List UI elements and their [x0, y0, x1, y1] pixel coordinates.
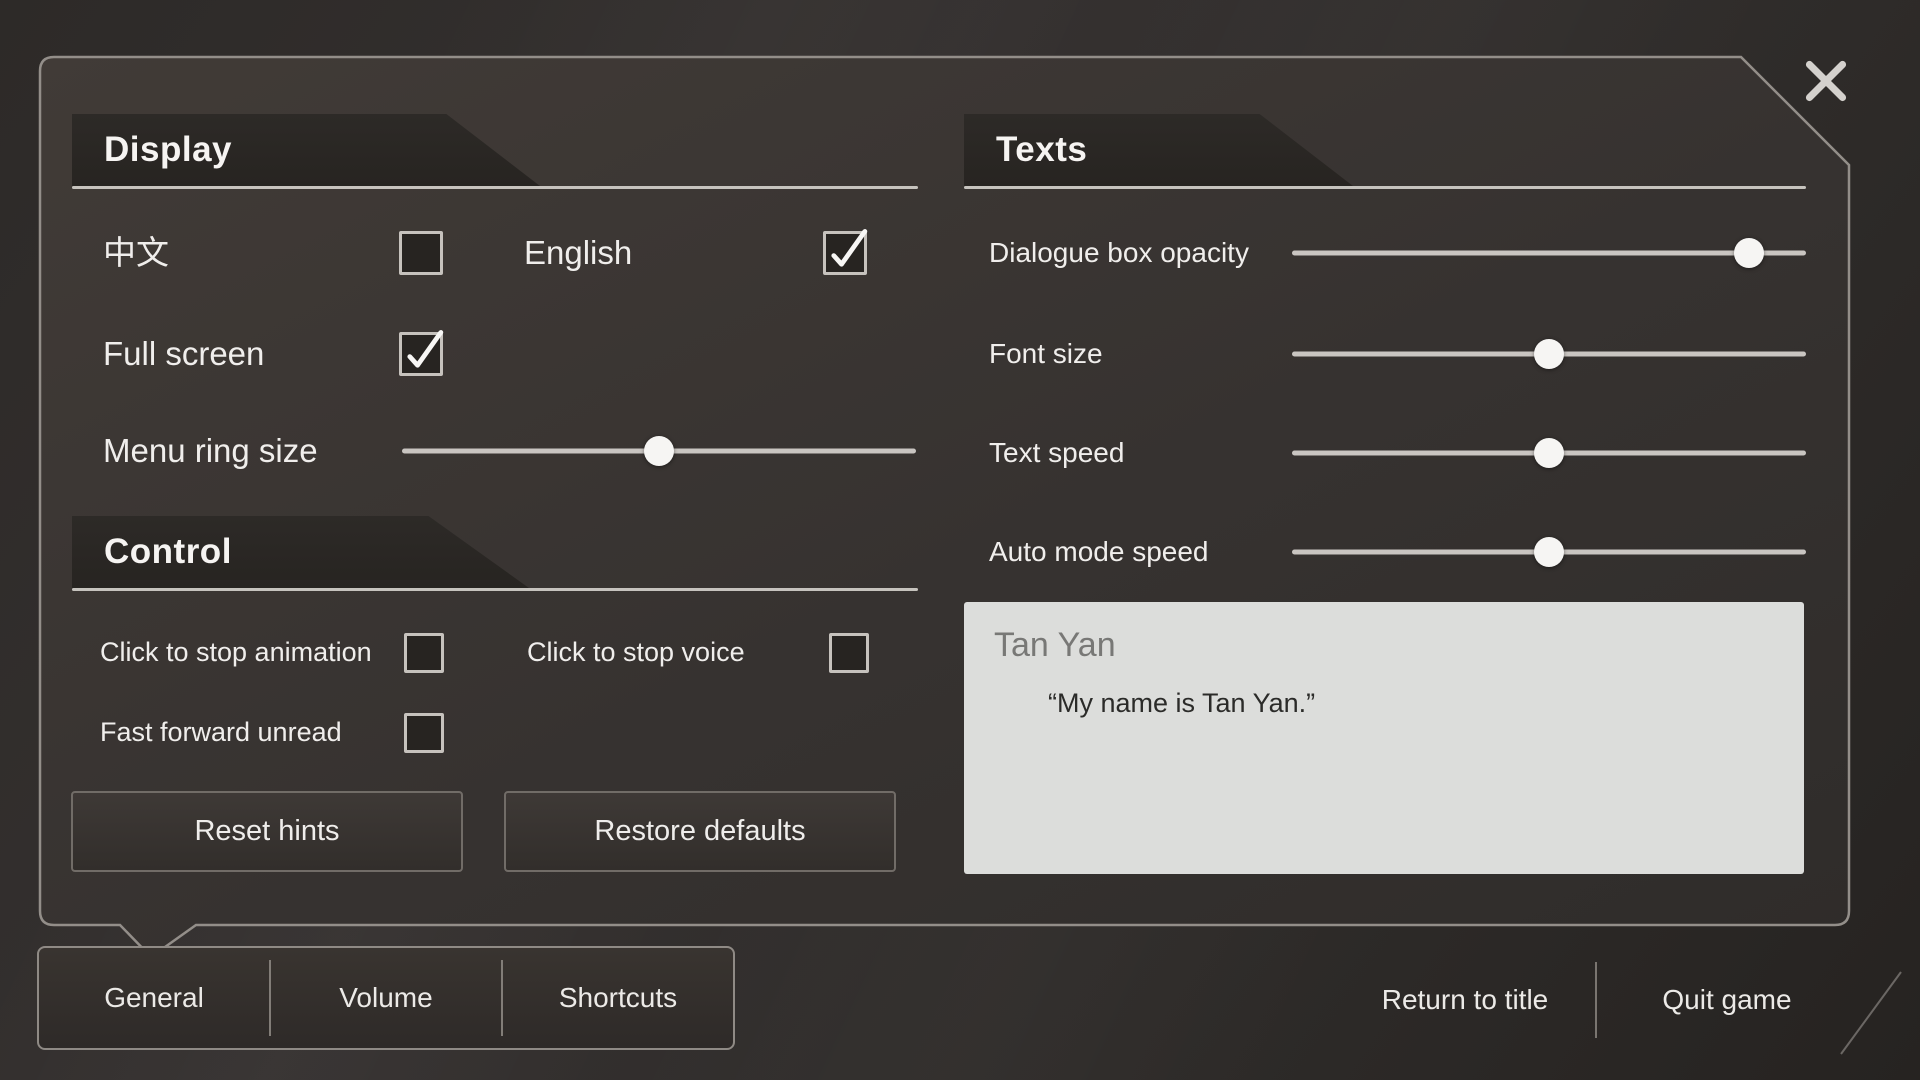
menu-ring-size-label: Menu ring size: [103, 434, 318, 467]
return-to-title-button[interactable]: Return to title: [1335, 960, 1595, 1040]
tab-shortcuts[interactable]: Shortcuts: [503, 948, 733, 1048]
tab-general[interactable]: General: [39, 948, 269, 1048]
quit-game-button[interactable]: Quit game: [1597, 960, 1857, 1040]
slider-track: [1292, 251, 1806, 256]
control-section-title: Control: [104, 532, 232, 572]
settings-screen: Display 中文 English Full screen Menu ring…: [0, 0, 1920, 1080]
auto-mode-speed-label: Auto mode speed: [989, 538, 1209, 566]
text-speed-label: Text speed: [989, 439, 1124, 467]
fullscreen-label: Full screen: [103, 337, 264, 370]
settings-tab-bar: General Volume Shortcuts: [37, 946, 735, 1050]
texts-section-title: Texts: [996, 130, 1087, 170]
slider-thumb[interactable]: [1534, 339, 1564, 369]
language-english-label: English: [524, 236, 632, 269]
control-section-rule: [72, 588, 918, 591]
auto-mode-speed-slider[interactable]: [1292, 537, 1806, 567]
menu-ring-size-slider[interactable]: [402, 436, 916, 466]
dialogue-preview-box: Tan Yan “My name is Tan Yan.”: [964, 602, 1804, 874]
font-size-slider[interactable]: [1292, 339, 1806, 369]
checkmark-icon: [826, 234, 864, 272]
font-size-label: Font size: [989, 340, 1103, 368]
tab-volume[interactable]: Volume: [271, 948, 501, 1048]
display-section-rule: [72, 186, 918, 189]
language-english-checkbox[interactable]: [823, 231, 867, 275]
reset-hints-button[interactable]: Reset hints: [71, 791, 463, 872]
slider-thumb[interactable]: [1534, 537, 1564, 567]
fullscreen-checkbox[interactable]: [399, 332, 443, 376]
stop-animation-label: Click to stop animation: [100, 639, 372, 666]
slider-thumb[interactable]: [1734, 238, 1764, 268]
fast-forward-label: Fast forward unread: [100, 719, 342, 746]
restore-defaults-button[interactable]: Restore defaults: [504, 791, 896, 872]
slider-thumb[interactable]: [644, 436, 674, 466]
slider-thumb[interactable]: [1534, 438, 1564, 468]
language-chinese-checkbox[interactable]: [399, 231, 443, 275]
display-section-title: Display: [104, 130, 232, 170]
dialogue-opacity-label: Dialogue box opacity: [989, 239, 1249, 267]
preview-speaker-name: Tan Yan: [994, 628, 1116, 662]
bottom-actions: Return to title Quit game: [1335, 960, 1865, 1040]
preview-dialogue-line: “My name is Tan Yan.”: [1048, 686, 1315, 721]
text-speed-slider[interactable]: [1292, 438, 1806, 468]
checkmark-icon: [402, 335, 440, 373]
language-chinese-label: 中文: [103, 236, 169, 269]
dialogue-opacity-slider[interactable]: [1292, 238, 1806, 268]
fast-forward-checkbox[interactable]: [404, 713, 444, 753]
stop-animation-checkbox[interactable]: [404, 633, 444, 673]
stop-voice-label: Click to stop voice: [527, 639, 745, 666]
close-icon: [1800, 55, 1852, 107]
stop-voice-checkbox[interactable]: [829, 633, 869, 673]
texts-section-rule: [964, 186, 1806, 189]
close-button[interactable]: [1800, 55, 1852, 107]
